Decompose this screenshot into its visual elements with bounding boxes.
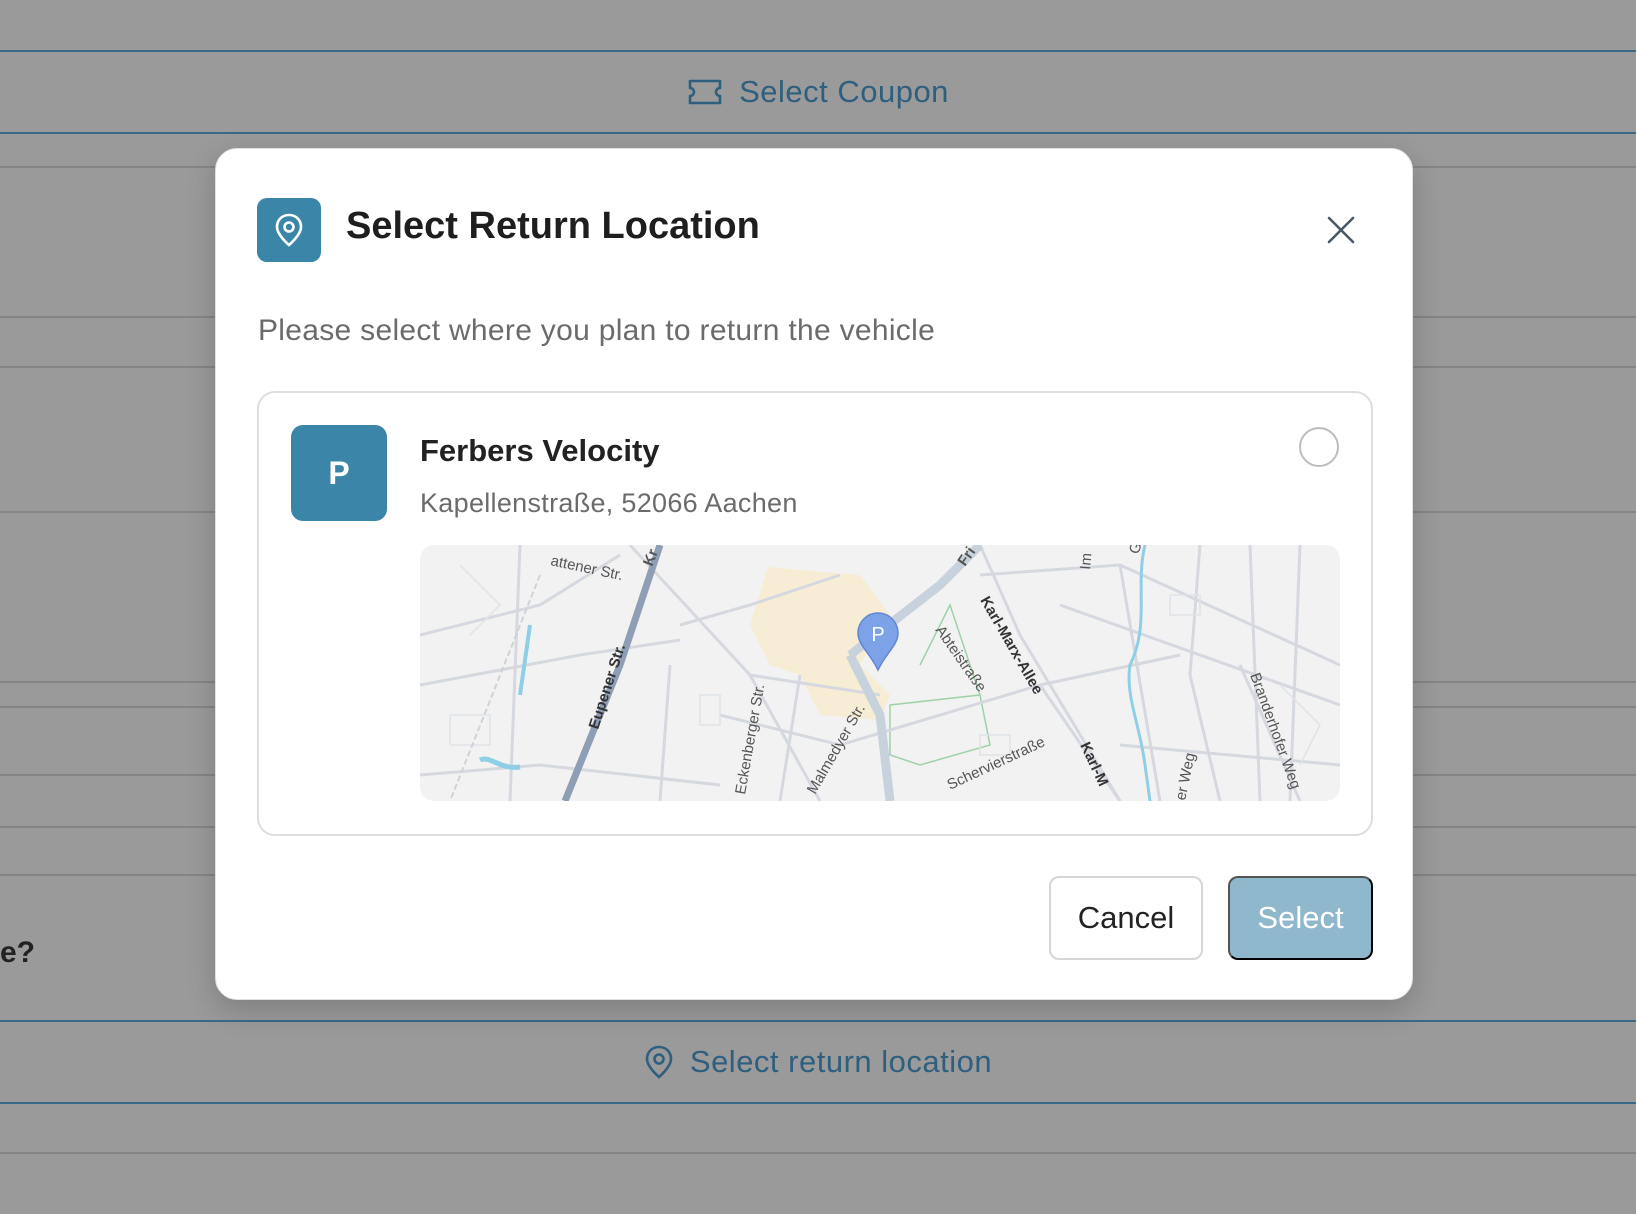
street-label: Abteistraße <box>932 623 990 696</box>
select-return-location-modal: Select Return Location Please select whe… <box>215 148 1413 1000</box>
divider <box>0 1152 1636 1154</box>
select-return-location-button[interactable]: Select return location <box>0 1024 1636 1100</box>
ticket-icon <box>688 79 722 105</box>
location-radio[interactable] <box>1299 427 1339 467</box>
street-label: Karl-M <box>1076 740 1111 789</box>
street-label: er Weg <box>1172 751 1199 801</box>
cancel-button[interactable]: Cancel <box>1049 876 1203 960</box>
select-coupon-label: Select Coupon <box>739 74 949 109</box>
divider <box>0 1020 1636 1022</box>
modal-header-icon-badge <box>257 198 321 262</box>
background-question-text: e? <box>0 936 36 969</box>
location-pin-icon <box>645 1045 673 1079</box>
location-pin-icon <box>275 213 303 247</box>
location-map[interactable]: attener Str. Kr Eupener Str. Eckenberger… <box>420 545 1340 801</box>
location-address: Kapellenstraße, 52066 Aachen <box>420 488 798 518</box>
street-label: Eckenberger Str. <box>732 683 768 796</box>
select-button[interactable]: Select <box>1228 876 1373 960</box>
street-label: attener Str. <box>549 552 624 584</box>
street-label: Eupener Str. <box>586 642 629 731</box>
divider <box>0 50 1636 52</box>
select-return-location-label: Select return location <box>689 1044 993 1079</box>
modal-title: Select Return Location <box>346 205 760 247</box>
divider <box>0 132 1636 134</box>
map-marker-icon[interactable]: P <box>857 612 899 672</box>
street-label: Im <box>1077 552 1095 570</box>
close-icon <box>1327 216 1355 244</box>
close-button[interactable] <box>1316 205 1366 255</box>
modal-subtitle: Please select where you plan to return t… <box>258 314 936 347</box>
location-name: Ferbers Velocity <box>420 433 660 468</box>
street-label: Schervierstraße <box>945 733 1048 793</box>
location-badge: P <box>291 425 387 521</box>
select-coupon-button[interactable]: Select Coupon <box>0 54 1636 130</box>
map-marker-label: P <box>871 624 884 646</box>
divider <box>0 1102 1636 1104</box>
location-option-card[interactable]: P Ferbers Velocity Kapellenstraße, 52066… <box>257 391 1373 836</box>
